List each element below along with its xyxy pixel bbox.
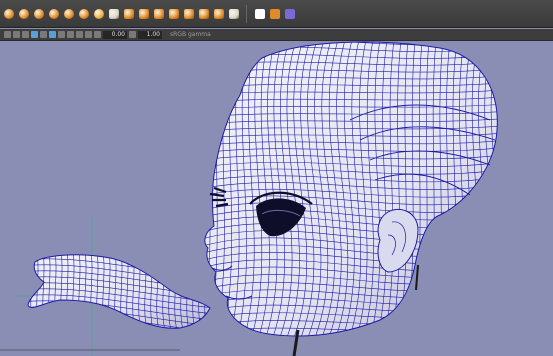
head-edge-loop [204,333,498,337]
poly-sphere-icon [3,8,14,19]
camera-icon[interactable] [4,31,11,38]
append-polygon-button[interactable] [212,7,225,20]
lights-icon[interactable] [58,31,65,38]
wireframe-on-shaded-icon[interactable] [49,31,56,38]
poly-disc-icon [93,8,104,19]
viewport-3d[interactable] [0,41,553,356]
hand-edge-ring [197,254,203,329]
head-edge-ring [488,42,498,337]
sculpt-star-button[interactable] [253,7,266,20]
rig-joint-line [415,264,419,291]
sculpt-star-icon [254,8,265,19]
poly-cube-button[interactable] [17,7,30,20]
poly-cone-button[interactable] [47,7,60,20]
poly-cylinder-button[interactable] [32,7,45,20]
head-mesh[interactable] [195,41,510,340]
poly-plane-button[interactable] [77,7,90,20]
bridge-button[interactable] [167,7,180,20]
texture-icon [284,8,295,19]
separate-button[interactable] [122,7,135,20]
color-space-dropdown[interactable]: sRGB gamma [170,31,211,38]
hand-edge-ring [28,254,29,329]
shelf-toolbar [0,0,553,28]
shelf-separator [246,4,247,23]
extrude-button[interactable] [152,7,165,20]
smooth-button[interactable] [137,7,150,20]
poly-cube-icon [18,8,29,19]
merge-icon [198,8,209,19]
combine-button[interactable] [107,7,120,20]
texture-button[interactable] [283,7,296,20]
bevel-icon [183,8,194,19]
head-edge-ring [204,42,213,337]
head-edge-ring [495,42,498,337]
isolate-select-icon[interactable] [76,31,83,38]
smooth-shade-icon[interactable] [31,31,38,38]
bridge-icon [168,8,179,19]
poly-cone-icon [48,8,59,19]
gamma-field[interactable]: 1.00 [138,30,162,39]
grid-toggle-icon[interactable] [13,31,20,38]
merge-button[interactable] [197,7,210,20]
gamma-icon [129,31,136,38]
multi-cut-icon [228,8,239,19]
hand-edge-ring [29,254,35,329]
poly-torus-icon [63,8,74,19]
wireframe-icon[interactable] [22,31,29,38]
uv-editor-icon [269,8,280,19]
smooth-icon [138,8,149,19]
uv-editor-button[interactable] [268,7,281,20]
poly-disc-button[interactable] [92,7,105,20]
xray-icon[interactable] [85,31,92,38]
exposure-field[interactable]: 0.00 [103,30,127,39]
poly-torus-button[interactable] [62,7,75,20]
exposure-icon [94,31,101,38]
multi-cut-button[interactable] [227,7,240,20]
scene-canvas[interactable] [0,41,553,356]
extrude-icon [153,8,164,19]
head-edge-ring [204,42,206,337]
hand-mesh[interactable] [20,245,215,344]
separate-icon [123,8,134,19]
combine-icon [108,8,119,19]
hand-edge-loop [28,324,210,329]
append-polygon-icon [213,8,224,19]
poly-plane-icon [78,8,89,19]
poly-cylinder-icon [33,8,44,19]
panel-toolbar: 0.00 1.00 sRGB gamma [0,29,553,41]
textured-icon[interactable] [40,31,47,38]
poly-sphere-button[interactable] [2,7,15,20]
bevel-button[interactable] [182,7,195,20]
shadows-icon[interactable] [67,31,74,38]
